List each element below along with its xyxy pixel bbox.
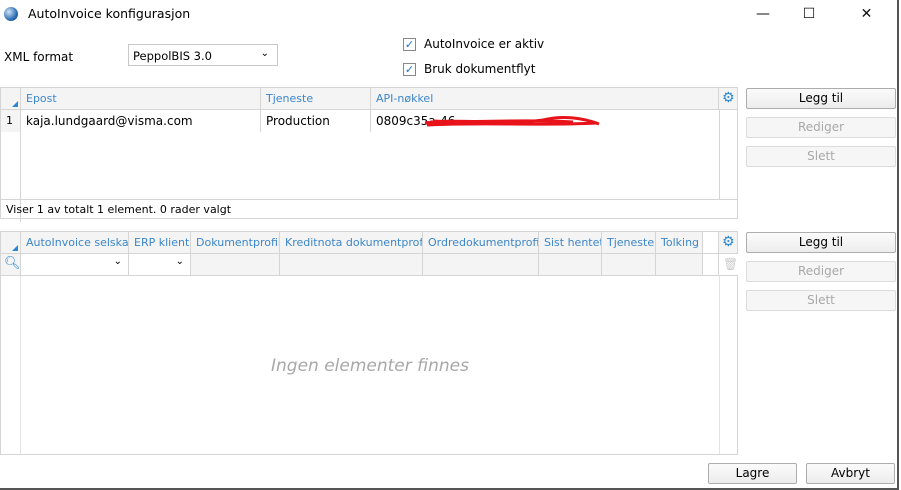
minimize-button[interactable]: — — [740, 0, 786, 28]
select-all-corner[interactable] — [1, 232, 21, 253]
gear-icon[interactable]: ⚙ — [719, 88, 738, 109]
xml-format-select[interactable]: PeppolBIS 3.0 ⌄ — [128, 44, 278, 66]
docflow-checkbox[interactable]: ✓ — [403, 63, 416, 76]
active-label: AutoInvoice er aktiv — [424, 37, 545, 51]
empty-message: Ingen elementer finnes — [270, 356, 469, 376]
window-title: AutoInvoice konfigurasjon — [28, 6, 191, 21]
cell-epost: kaja.lundgaard@visma.com — [21, 110, 261, 132]
selskap-filter-select[interactable]: ⌄ — [21, 254, 129, 275]
column-header-kreditnota[interactable]: Kreditnota dokumentprofil — [280, 232, 423, 253]
cell-tjeneste: Production — [261, 110, 371, 132]
column-header-tolking[interactable]: Tolking — [656, 232, 703, 253]
save-button[interactable]: Lagre — [708, 463, 797, 484]
edit-button[interactable]: Rediger — [746, 117, 896, 138]
grid-status: Viser 1 av totalt 1 element. 0 rader val… — [1, 199, 737, 218]
row-number: 1 — [1, 110, 21, 132]
erp-klient-filter-select[interactable]: ⌄ — [129, 254, 191, 275]
chevron-down-icon: ⌄ — [260, 48, 269, 59]
grid-header: Epost Tjeneste API-nøkkel ⚙ — [1, 88, 737, 110]
delete-button[interactable]: Slett — [746, 146, 896, 167]
column-header-tjeneste[interactable]: Tjeneste — [261, 88, 371, 109]
grid-header: AutoInvoice selskap ERP klient Dokumentp… — [1, 232, 737, 254]
cell-api: 0809c35a-46 — [371, 110, 719, 132]
add-button[interactable]: Legg til — [746, 88, 896, 109]
xml-format-label: XML format — [4, 50, 74, 64]
gear-icon[interactable]: ⚙ — [719, 232, 738, 253]
column-header-ordre[interactable]: Ordredokumentprofil — [423, 232, 539, 253]
column-header-api[interactable]: API-nøkkel — [371, 88, 719, 109]
column-header-erp-klient[interactable]: ERP klient — [129, 232, 191, 253]
column-header-epost[interactable]: Epost — [21, 88, 261, 109]
column-header-dokumentprofil[interactable]: Dokumentprofil — [191, 232, 280, 253]
email-grid: Epost Tjeneste API-nøkkel ⚙ 1 kaja.lundg… — [0, 87, 738, 222]
table-row[interactable]: 1 kaja.lundgaard@visma.com Production 08… — [1, 110, 737, 132]
add-button[interactable]: Legg til — [746, 232, 896, 253]
filter-row: 🔍︎ ⌄ ⌄ 🗑︎ — [1, 254, 738, 276]
search-icon[interactable]: 🔍︎ — [1, 254, 21, 275]
edit-button[interactable]: Rediger — [746, 261, 896, 282]
chevron-down-icon: ⌄ — [175, 256, 184, 267]
column-header-selskap[interactable]: AutoInvoice selskap — [21, 232, 129, 253]
docflow-label: Bruk dokumentflyt — [424, 62, 536, 76]
trash-icon[interactable]: 🗑︎ — [719, 254, 738, 275]
redaction-scribble — [424, 115, 600, 127]
delete-button[interactable]: Slett — [746, 290, 896, 311]
maximize-button[interactable]: ☐ — [786, 0, 832, 28]
chevron-down-icon: ⌄ — [113, 256, 122, 267]
select-all-corner[interactable] — [1, 88, 21, 109]
active-checkbox[interactable]: ✓ — [403, 38, 416, 51]
close-button[interactable]: ✕ — [832, 0, 901, 28]
company-grid: AutoInvoice selskap ERP klient Dokumentp… — [0, 231, 738, 455]
app-icon — [4, 7, 18, 21]
cancel-button[interactable]: Avbryt — [806, 463, 895, 484]
xml-format-value: PeppolBIS 3.0 — [133, 49, 212, 63]
column-header-tjeneste[interactable]: Tjeneste — [602, 232, 656, 253]
column-header-sist-hentet[interactable]: Sist hentet — [539, 232, 602, 253]
